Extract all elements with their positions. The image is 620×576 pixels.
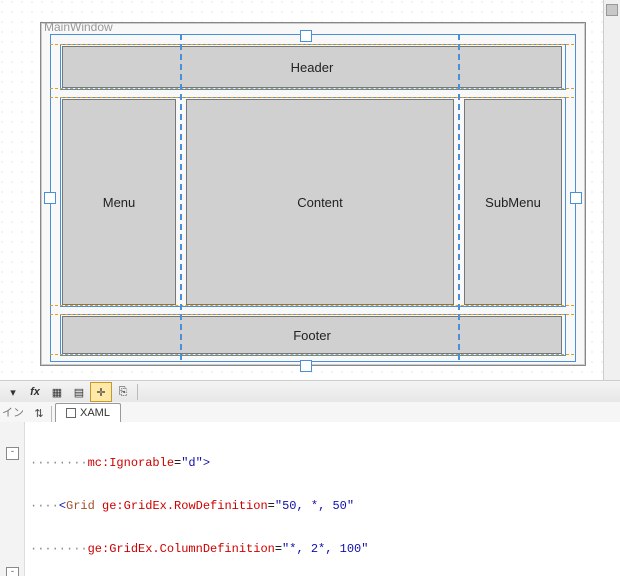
resize-handle-top[interactable] (300, 30, 312, 42)
toolbar-copy-button[interactable]: ⎘ (112, 382, 134, 402)
toolbar-dropdown-button[interactable]: ▾ (2, 382, 24, 402)
resize-handle-left[interactable] (44, 192, 56, 204)
swap-panes-icon[interactable]: ⇅ (30, 404, 48, 422)
designer-toolbar: ▾ fx ▦ ▤ ✛ ⎘ (0, 380, 620, 404)
window-title-label: MainWindow (44, 20, 113, 34)
tab-separator (51, 406, 52, 422)
designer-canvas[interactable]: MainWindow Header Menu Content SubMenu F… (0, 0, 620, 380)
fold-toggle-icon[interactable]: - (6, 567, 19, 576)
tab-xaml-label: XAML (80, 407, 110, 419)
toolbar-snap-button[interactable]: ✛ (90, 382, 112, 402)
code-line: ········ge:GridEx.ColumnDefinition="*, 2… (30, 542, 620, 557)
code-line: ····<Grid ge:GridEx.RowDefinition="50, *… (30, 499, 620, 514)
toolbar-grid2-button[interactable]: ▤ (68, 382, 90, 402)
area-content[interactable]: Content (186, 99, 454, 305)
fold-toggle-icon[interactable]: - (6, 447, 19, 460)
xaml-file-icon (66, 408, 76, 418)
xaml-code-editor[interactable]: - - ········mc:Ignorable="d"> ····<Grid … (0, 422, 620, 576)
area-submenu[interactable]: SubMenu (464, 99, 562, 305)
resize-handle-right[interactable] (570, 192, 582, 204)
designer-scrollbar[interactable] (603, 0, 620, 380)
area-footer[interactable]: Footer (62, 316, 562, 354)
tab-xaml[interactable]: XAML (55, 403, 121, 422)
toolbar-fx-button[interactable]: fx (24, 382, 46, 402)
resize-handle-bottom[interactable] (300, 360, 312, 372)
fx-icon: fx (30, 386, 40, 398)
area-menu[interactable]: Menu (62, 99, 176, 305)
toolbar-separator (137, 384, 138, 400)
code-gutter: - - (0, 422, 25, 576)
scrollbar-thumb[interactable] (606, 4, 618, 16)
editor-tab-row: イン ⇅ XAML (0, 402, 620, 423)
area-header[interactable]: Header (62, 46, 562, 88)
code-lines: ········mc:Ignorable="d"> ····<Grid ge:G… (30, 428, 620, 576)
tab-left-label: イン (2, 404, 24, 420)
code-line: ········mc:Ignorable="d"> (30, 456, 620, 471)
toolbar-grid4-button[interactable]: ▦ (46, 382, 68, 402)
